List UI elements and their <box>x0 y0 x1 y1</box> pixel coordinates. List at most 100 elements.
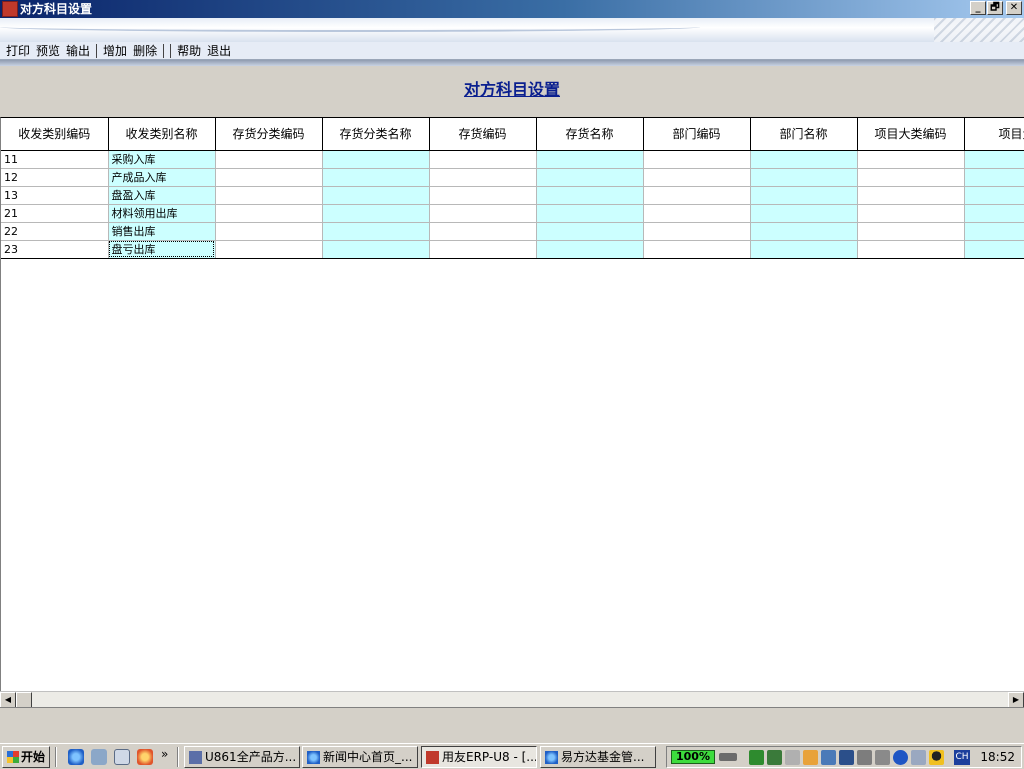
restore-button[interactable]: 🗗 <box>987 1 1003 15</box>
cell[interactable] <box>750 204 858 223</box>
cell-name[interactable]: 采购入库 <box>108 150 216 169</box>
cell[interactable] <box>429 150 537 169</box>
cell[interactable] <box>429 186 537 205</box>
menu-help[interactable]: 帮助 <box>174 43 204 59</box>
audio-wave-icon[interactable] <box>893 750 908 765</box>
cell[interactable] <box>964 204 1024 223</box>
cell[interactable] <box>750 240 858 259</box>
sync-icon[interactable] <box>767 750 782 765</box>
cell[interactable] <box>429 222 537 241</box>
cell[interactable] <box>964 240 1024 259</box>
quicklaunch-more[interactable]: » <box>161 747 168 761</box>
cell[interactable] <box>215 168 323 187</box>
cell[interactable] <box>536 186 644 205</box>
menu-delete[interactable]: 删除 <box>130 43 160 59</box>
cell[interactable] <box>322 186 430 205</box>
start-button[interactable]: 开始 <box>2 746 50 768</box>
col-header-inventory-name[interactable]: 存货名称 <box>536 118 644 151</box>
cell[interactable] <box>643 222 751 241</box>
cell[interactable] <box>322 222 430 241</box>
col-header-inventory-code[interactable]: 存货编码 <box>429 118 537 151</box>
cell[interactable] <box>322 240 430 259</box>
power-plug-icon[interactable] <box>719 753 737 761</box>
cell[interactable] <box>643 204 751 223</box>
printer-icon[interactable] <box>857 750 872 765</box>
volume-icon[interactable] <box>785 750 800 765</box>
menu-export[interactable]: 输出 <box>63 43 93 59</box>
cell[interactable] <box>643 150 751 169</box>
scroll-left-icon[interactable]: ◀ <box>0 692 16 708</box>
col-header-category-name[interactable]: 收发类别名称 <box>108 118 216 151</box>
menu-add[interactable]: 增加 <box>100 43 130 59</box>
task-news[interactable]: 新闻中心首页_... <box>302 746 418 768</box>
cell-name[interactable]: 材料领用出库 <box>108 204 216 223</box>
cell-code[interactable]: 23 <box>1 240 109 259</box>
col-header-project-class[interactable]: 项目大类 <box>964 118 1024 151</box>
cell[interactable] <box>857 204 965 223</box>
cell[interactable] <box>322 168 430 187</box>
cell[interactable] <box>643 168 751 187</box>
cell[interactable] <box>215 204 323 223</box>
cell[interactable] <box>964 150 1024 169</box>
cell[interactable] <box>643 240 751 259</box>
task-efund[interactable]: 易方达基金管... <box>540 746 656 768</box>
col-header-inventory-class-code[interactable]: 存货分类编码 <box>215 118 323 151</box>
col-header-inventory-class-name[interactable]: 存货分类名称 <box>322 118 430 151</box>
cell[interactable] <box>536 150 644 169</box>
cell-name[interactable]: 销售出库 <box>108 222 216 241</box>
cell-code[interactable]: 21 <box>1 204 109 223</box>
minimize-button[interactable]: _ <box>970 1 986 15</box>
cell-name[interactable]: 产成品入库 <box>108 168 216 187</box>
cell[interactable] <box>322 204 430 223</box>
network-icon[interactable] <box>749 750 764 765</box>
cell[interactable] <box>750 222 858 241</box>
display-icon[interactable] <box>821 750 836 765</box>
usb-icon[interactable] <box>875 750 890 765</box>
cell-code[interactable]: 13 <box>1 186 109 205</box>
cell[interactable] <box>750 186 858 205</box>
col-header-dept-code[interactable]: 部门编码 <box>643 118 751 151</box>
show-desktop-icon[interactable] <box>114 749 130 765</box>
cell[interactable] <box>857 186 965 205</box>
cell[interactable] <box>643 186 751 205</box>
battery-indicator[interactable]: 100% <box>671 750 715 764</box>
cell[interactable] <box>536 204 644 223</box>
menu-preview[interactable]: 预览 <box>33 43 63 59</box>
scroll-thumb[interactable] <box>16 692 32 708</box>
cell[interactable] <box>857 150 965 169</box>
cell[interactable] <box>429 168 537 187</box>
cell-name-focused[interactable]: 盘亏出库 <box>108 240 216 259</box>
cell[interactable] <box>857 168 965 187</box>
col-header-category-code[interactable]: 收发类别编码 <box>1 118 109 151</box>
cell[interactable] <box>215 186 323 205</box>
cell[interactable] <box>857 240 965 259</box>
cell[interactable] <box>536 222 644 241</box>
cell[interactable] <box>964 168 1024 187</box>
cell-name[interactable]: 盘盈入库 <box>108 186 216 205</box>
cell[interactable] <box>964 222 1024 241</box>
cell[interactable] <box>215 150 323 169</box>
clock[interactable]: 18:52 <box>980 747 1015 767</box>
cell[interactable] <box>750 168 858 187</box>
cell-code[interactable]: 11 <box>1 150 109 169</box>
scroll-right-icon[interactable]: ▶ <box>1008 692 1024 708</box>
cell[interactable] <box>429 204 537 223</box>
horizontal-scrollbar[interactable]: ◀ ▶ <box>0 691 1024 708</box>
qq-penguin-icon[interactable] <box>929 750 944 765</box>
cell[interactable] <box>429 240 537 259</box>
col-header-project-class-code[interactable]: 项目大类编码 <box>857 118 965 151</box>
cell[interactable] <box>536 240 644 259</box>
monitor-icon[interactable] <box>839 750 854 765</box>
cell[interactable] <box>857 222 965 241</box>
ie-icon[interactable] <box>68 749 84 765</box>
menu-exit[interactable]: 退出 <box>204 43 234 59</box>
col-header-dept-name[interactable]: 部门名称 <box>750 118 858 151</box>
task-u861[interactable]: U861全产品方... <box>184 746 300 768</box>
media-player-icon[interactable] <box>137 749 153 765</box>
language-indicator[interactable]: CH <box>954 750 970 765</box>
security-icon[interactable] <box>803 750 818 765</box>
cell-code[interactable]: 22 <box>1 222 109 241</box>
speaker-icon[interactable] <box>911 750 926 765</box>
cell[interactable] <box>215 240 323 259</box>
menu-print[interactable]: 打印 <box>3 43 33 59</box>
